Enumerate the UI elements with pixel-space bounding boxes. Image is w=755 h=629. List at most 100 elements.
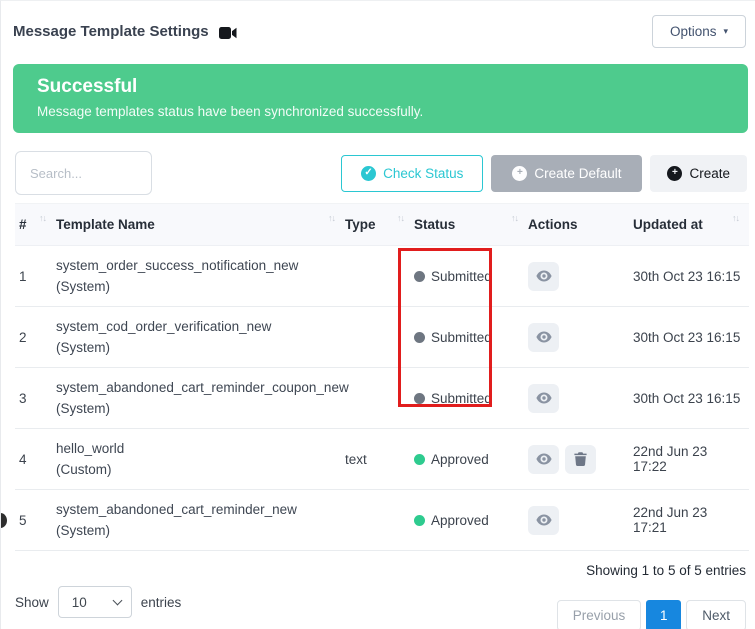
column-header-actions: Actions <box>528 204 633 246</box>
column-header-number[interactable]: # ↑↓ <box>15 204 56 246</box>
sort-icon: ↑↓ <box>732 213 743 223</box>
topbar: Message Template Settings Options ▾ <box>1 1 755 56</box>
eye-icon <box>536 514 552 526</box>
actions-cell <box>528 490 633 551</box>
status-label: Approved <box>431 452 489 467</box>
row-number: 5 <box>15 490 56 551</box>
check-status-button[interactable]: ✓ Check Status <box>341 155 483 192</box>
type-cell <box>345 368 414 429</box>
updated-at-cell: 22nd Jun 23 17:22 <box>633 429 749 490</box>
status-cell: Submitted <box>414 246 528 307</box>
status-cell: Approved <box>414 429 528 490</box>
eye-icon <box>536 331 552 343</box>
table-toolbar: ✓ Check Status + Create Default + Create <box>15 151 747 195</box>
status-label: Submitted <box>431 330 492 345</box>
template-name-cell: system_abandoned_cart_reminder_coupon_ne… <box>56 368 345 429</box>
actions-cell <box>528 368 633 429</box>
success-alert-message: Message templates status have been synch… <box>37 102 724 121</box>
view-button[interactable] <box>528 384 559 413</box>
template-name-cell: hello_world (Custom) <box>56 429 345 490</box>
status-label: Submitted <box>431 391 492 406</box>
create-default-label: Create Default <box>534 166 621 181</box>
type-cell <box>345 307 414 368</box>
type-cell: text <box>345 429 414 490</box>
template-name-cell: system_abandoned_cart_reminder_new (Syst… <box>56 490 345 551</box>
template-name-cell: system_order_success_notification_new (S… <box>56 246 345 307</box>
template-name-cell: system_cod_order_verification_new (Syste… <box>56 307 345 368</box>
status-dot <box>414 515 425 526</box>
type-cell <box>345 490 414 551</box>
check-circle-icon: ✓ <box>361 166 376 181</box>
row-number: 2 <box>15 307 56 368</box>
status-dot <box>414 332 425 343</box>
create-button[interactable]: + Create <box>650 155 747 192</box>
row-number: 4 <box>15 429 56 490</box>
view-button[interactable] <box>528 506 559 535</box>
eye-icon <box>536 453 552 465</box>
success-alert-title: Successful <box>37 74 724 100</box>
next-page-button[interactable]: Next <box>686 600 746 629</box>
pagination: Previous 1 Next <box>557 600 746 629</box>
type-cell <box>345 246 414 307</box>
create-label: Create <box>689 166 730 181</box>
actions-cell <box>528 429 633 490</box>
actions-cell <box>528 246 633 307</box>
page-title: Message Template Settings <box>13 23 209 40</box>
video-camera-icon <box>219 27 237 39</box>
show-label: Show <box>15 595 49 610</box>
entries-summary: Showing 1 to 5 of 5 entries <box>586 563 746 578</box>
updated-at-cell: 30th Oct 23 16:15 <box>633 368 749 429</box>
column-header-status[interactable]: Status ↑↓ <box>414 204 528 246</box>
table-row: 2 system_cod_order_verification_new (Sys… <box>15 307 749 368</box>
templates-table: # ↑↓ Template Name ↑↓ Type ↑↓ Status ↑↓ … <box>15 203 749 551</box>
actions-cell <box>528 307 633 368</box>
table-row: 4 hello_world (Custom) text Approved <box>15 429 749 490</box>
eye-icon <box>536 270 552 282</box>
edge-widget-handle <box>0 513 7 528</box>
status-label: Submitted <box>431 269 492 284</box>
eye-icon <box>536 392 552 404</box>
check-status-label: Check Status <box>383 166 463 181</box>
sort-icon: ↑↓ <box>39 213 50 223</box>
current-page-button[interactable]: 1 <box>646 600 681 629</box>
message-template-settings-page: Message Template Settings Options ▾ Succ… <box>0 0 755 629</box>
sort-icon: ↑↓ <box>397 213 408 223</box>
column-header-updated-at[interactable]: Updated at ↑↓ <box>633 204 749 246</box>
options-button[interactable]: Options ▾ <box>652 15 746 48</box>
plus-circle-icon: + <box>512 166 527 181</box>
updated-at-cell: 30th Oct 23 16:15 <box>633 307 749 368</box>
column-header-type[interactable]: Type ↑↓ <box>345 204 414 246</box>
options-button-label: Options <box>670 24 717 39</box>
table-footer: Show 10 entries Showing 1 to 5 of 5 entr… <box>15 557 746 629</box>
status-cell: Approved <box>414 490 528 551</box>
status-label: Approved <box>431 513 489 528</box>
status-dot <box>414 393 425 404</box>
create-default-button[interactable]: + Create Default <box>491 155 642 192</box>
status-cell: Submitted <box>414 368 528 429</box>
chevron-down-icon: ▾ <box>723 26 728 37</box>
page-size-control: Show 10 entries <box>15 573 181 629</box>
view-button[interactable] <box>528 323 559 352</box>
status-dot <box>414 454 425 465</box>
updated-at-cell: 30th Oct 23 16:15 <box>633 246 749 307</box>
delete-button[interactable] <box>565 445 596 474</box>
trash-icon <box>574 452 587 466</box>
table-header-row: # ↑↓ Template Name ↑↓ Type ↑↓ Status ↑↓ … <box>15 204 749 246</box>
status-cell: Submitted <box>414 307 528 368</box>
sort-icon: ↑↓ <box>511 213 522 223</box>
row-number: 1 <box>15 246 56 307</box>
updated-at-cell: 22nd Jun 23 17:21 <box>633 490 749 551</box>
sort-icon: ↑↓ <box>328 213 339 223</box>
view-button[interactable] <box>528 262 559 291</box>
column-header-template-name[interactable]: Template Name ↑↓ <box>56 204 345 246</box>
plus-circle-icon: + <box>667 166 682 181</box>
table-row: 3 system_abandoned_cart_reminder_coupon_… <box>15 368 749 429</box>
entries-label: entries <box>141 595 182 610</box>
previous-page-button[interactable]: Previous <box>557 600 642 629</box>
status-dot <box>414 271 425 282</box>
view-button[interactable] <box>528 445 559 474</box>
table-row: 5 system_abandoned_cart_reminder_new (Sy… <box>15 490 749 551</box>
search-input[interactable] <box>15 151 152 195</box>
success-alert: Successful Message templates status have… <box>13 64 748 133</box>
page-size-select[interactable]: 10 <box>58 586 132 618</box>
